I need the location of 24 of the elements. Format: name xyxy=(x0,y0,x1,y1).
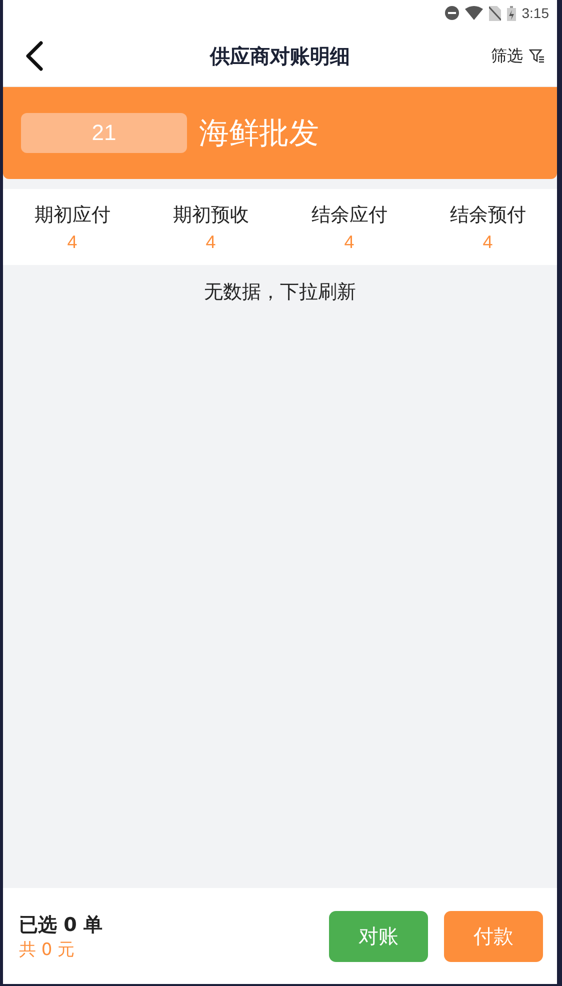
summary-value: 4 xyxy=(344,232,354,252)
battery-icon xyxy=(506,6,516,20)
summary-value: 4 xyxy=(206,232,216,252)
reconcile-button[interactable]: 对账 xyxy=(329,910,428,962)
filter-button[interactable]: 筛选 xyxy=(491,46,545,66)
wifi-icon xyxy=(464,6,483,20)
summary-label: 结余预付 xyxy=(450,202,526,228)
do-not-disturb-icon xyxy=(444,6,459,20)
supplier-code: 21 xyxy=(21,113,187,153)
empty-message: 无数据，下拉刷新 xyxy=(203,280,357,305)
status-time: 3:15 xyxy=(522,5,549,21)
total-amount: 共 0 元 xyxy=(19,938,76,960)
selected-count: 已选 0 单 xyxy=(19,912,102,938)
back-icon[interactable] xyxy=(23,40,45,72)
summary-value: 4 xyxy=(482,232,493,252)
supplier-name: 海鲜批发 xyxy=(199,114,319,152)
page-title: 供应商对账明细 xyxy=(210,42,350,70)
summary-value: 4 xyxy=(67,232,78,252)
summary-label: 期初应付 xyxy=(34,202,110,228)
pay-button[interactable]: 付款 xyxy=(444,910,543,962)
no-sim-icon xyxy=(488,6,501,20)
filter-icon xyxy=(529,49,545,63)
summary-label: 期初预收 xyxy=(172,202,249,228)
summary-label: 结余应付 xyxy=(311,202,388,228)
